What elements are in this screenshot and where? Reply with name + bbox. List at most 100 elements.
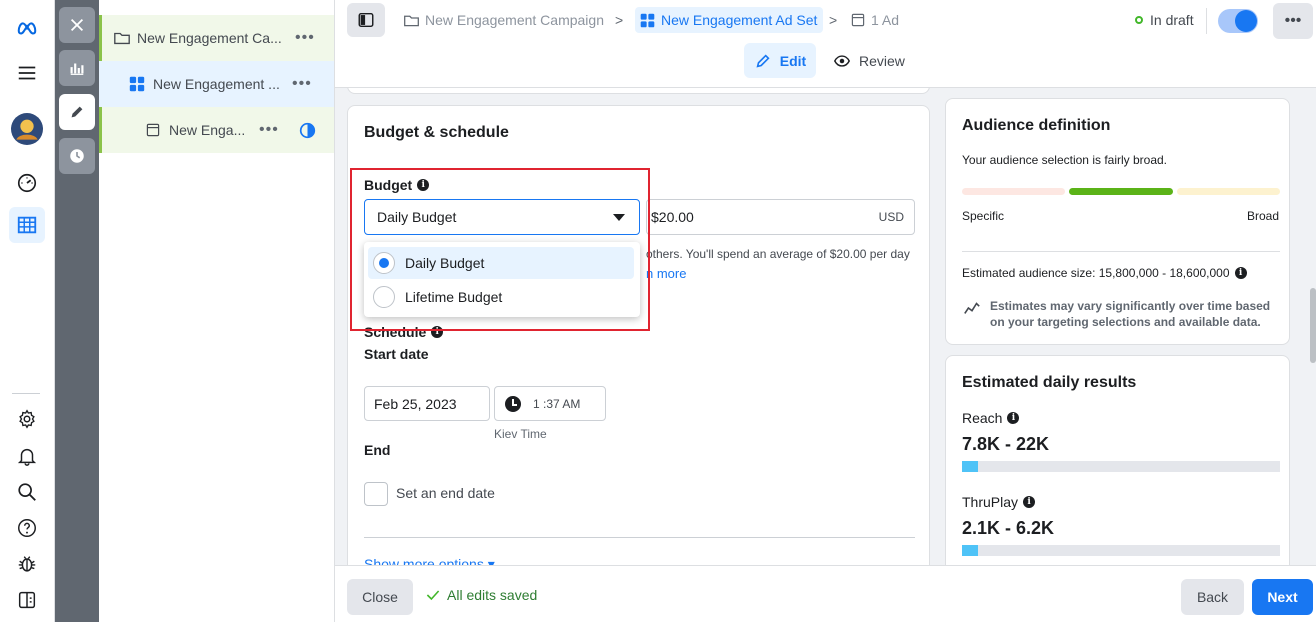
menu-icon[interactable] — [9, 55, 45, 91]
nav-divider — [12, 393, 40, 394]
ads-manager-table-icon[interactable] — [9, 207, 45, 243]
reach-bar-fill — [962, 461, 978, 472]
info-icon[interactable]: i — [1023, 496, 1036, 508]
estimated-results-card: Estimated daily results Reach i 7.8K - 2… — [945, 355, 1290, 565]
campaign-more-button[interactable]: ••• — [295, 29, 315, 47]
thruplay-value: 2.1K - 6.2K — [962, 518, 1055, 538]
info-icon[interactable]: i — [1007, 412, 1020, 424]
clock-icon — [505, 395, 521, 412]
checkmark-icon — [426, 590, 440, 601]
caret-down-icon — [613, 214, 625, 221]
ad-more-button[interactable]: ••• — [259, 121, 279, 139]
info-icon[interactable]: i — [417, 179, 430, 191]
audience-divider — [962, 251, 1280, 252]
save-status-label: All edits saved — [447, 587, 538, 603]
breadcrumb-ad-set[interactable]: New Engagement Ad Set — [635, 7, 824, 33]
specific-label: Specific — [962, 209, 1005, 223]
close-editor-button[interactable] — [59, 7, 95, 43]
campaign-tree: New Engagement Ca... ••• New Engagement … — [99, 0, 335, 622]
half-circle-status-icon — [299, 122, 316, 138]
folder-icon — [404, 15, 419, 26]
edit-tab-button[interactable]: Edit — [744, 43, 816, 78]
notifications-bell-icon[interactable] — [9, 438, 45, 474]
reach-label-text: Reach — [962, 410, 1003, 426]
breadcrumb-ad[interactable]: 1 Ad — [850, 7, 899, 33]
audience-meter-specific — [962, 188, 1065, 195]
eye-icon — [833, 54, 851, 67]
end-date-checkbox-label[interactable]: Set an end date — [396, 485, 495, 501]
start-date-input[interactable]: Feb 25, 2023 — [364, 386, 490, 421]
avatar[interactable] — [9, 111, 45, 147]
draft-status: In draft — [1135, 12, 1194, 28]
thruplay-label: ThruPlay i — [962, 494, 1036, 510]
toggle-sidebar-button[interactable] — [347, 3, 385, 37]
bug-report-icon[interactable] — [9, 546, 45, 582]
folder-icon — [114, 32, 130, 45]
info-icon[interactable]: i — [1234, 267, 1247, 279]
option-lifetime-budget[interactable]: Lifetime Budget — [368, 281, 634, 313]
radio-selected-icon — [373, 252, 395, 274]
tree-item-campaign[interactable]: New Engagement Ca... ••• — [99, 15, 334, 61]
ad-set-more-button[interactable]: ••• — [292, 75, 312, 93]
editor-main: Budget & schedule Budget i Daily Budget … — [335, 88, 1316, 565]
header-more-button[interactable]: ••• — [1273, 3, 1313, 39]
breadcrumb-campaign[interactable]: New Engagement Campaign — [403, 7, 604, 33]
review-tab-button[interactable]: Review — [833, 43, 905, 78]
option-label: Daily Budget — [405, 255, 485, 271]
main-scrollbar[interactable] — [1310, 88, 1316, 565]
budget-help-text: others. You'll spend an average of $20.0… — [646, 245, 916, 284]
tree-item-label: New Engagement Ca... — [137, 30, 282, 46]
review-tab-label: Review — [859, 52, 905, 69]
broad-label: Broad — [1246, 209, 1279, 223]
pencil-icon — [71, 106, 83, 118]
start-date-label: Start date — [364, 346, 429, 362]
breadcrumb-ad-label: 1 Ad — [871, 12, 900, 28]
option-label: Lifetime Budget — [405, 289, 503, 305]
next-button[interactable]: Next — [1252, 579, 1313, 615]
budget-schedule-card: Budget & schedule Budget i Daily Budget … — [347, 105, 930, 565]
help-icon[interactable] — [9, 510, 45, 546]
show-more-options-link[interactable]: Show more options ▾ — [364, 556, 495, 565]
learn-more-link[interactable]: n more — [646, 266, 686, 281]
ad-set-on-off-toggle[interactable] — [1218, 9, 1258, 33]
bar-chart-icon — [70, 63, 84, 75]
close-button[interactable]: Close — [347, 579, 413, 615]
radio-unselected-icon — [373, 286, 395, 308]
scrollbar-thumb[interactable] — [1310, 288, 1316, 363]
timezone-label: Kiev Time — [494, 427, 547, 441]
schedule-label-text: Schedule — [364, 324, 427, 340]
tree-item-label: New Engagement ... — [153, 76, 279, 92]
tree-item-label: New Enga... — [169, 122, 246, 138]
edit-mode-button[interactable] — [59, 94, 95, 130]
reach-value: 7.8K - 22K — [962, 434, 1050, 454]
budget-type-select[interactable]: Daily Budget — [364, 199, 640, 235]
header-divider — [1206, 8, 1207, 34]
audience-estimate-note: Estimates may vary significantly over ti… — [990, 299, 1271, 329]
budget-amount-input[interactable]: $20.00 USD — [646, 199, 915, 235]
search-icon[interactable] — [9, 474, 45, 510]
budget-amount-value: $20.00 — [651, 209, 694, 225]
tree-item-ad[interactable]: New Enga... ••• — [99, 107, 334, 153]
ad-set-grid-icon — [640, 13, 655, 27]
end-date-checkbox[interactable] — [364, 482, 388, 506]
back-button[interactable]: Back — [1181, 579, 1244, 615]
start-time-input[interactable]: 1 :37 AM — [494, 386, 606, 421]
audience-title: Audience definition — [962, 117, 1111, 134]
tree-item-ad-set[interactable]: New Engagement ... ••• — [99, 61, 334, 107]
charts-button[interactable] — [59, 50, 95, 86]
draft-status-label: In draft — [1150, 12, 1194, 28]
breadcrumb-ad-set-label: New Engagement Ad Set — [661, 12, 818, 28]
option-daily-budget[interactable]: Daily Budget — [368, 247, 634, 279]
editor-header: New Engagement Campaign > New Engagement… — [335, 0, 1316, 88]
history-button[interactable] — [59, 138, 95, 174]
budget-section-title: Budget & schedule — [364, 124, 509, 141]
info-icon[interactable]: i — [431, 326, 444, 338]
panel-toggle-icon[interactable] — [9, 582, 45, 618]
start-date-value: Feb 25, 2023 — [374, 395, 457, 412]
settings-gear-icon[interactable] — [9, 401, 45, 437]
meta-logo-icon[interactable] — [9, 10, 45, 46]
dashboard-gauge-icon[interactable] — [9, 165, 45, 201]
thruplay-label-text: ThruPlay — [962, 494, 1019, 510]
budget-label: Budget i — [364, 177, 430, 193]
edit-tab-label: Edit — [779, 52, 807, 69]
